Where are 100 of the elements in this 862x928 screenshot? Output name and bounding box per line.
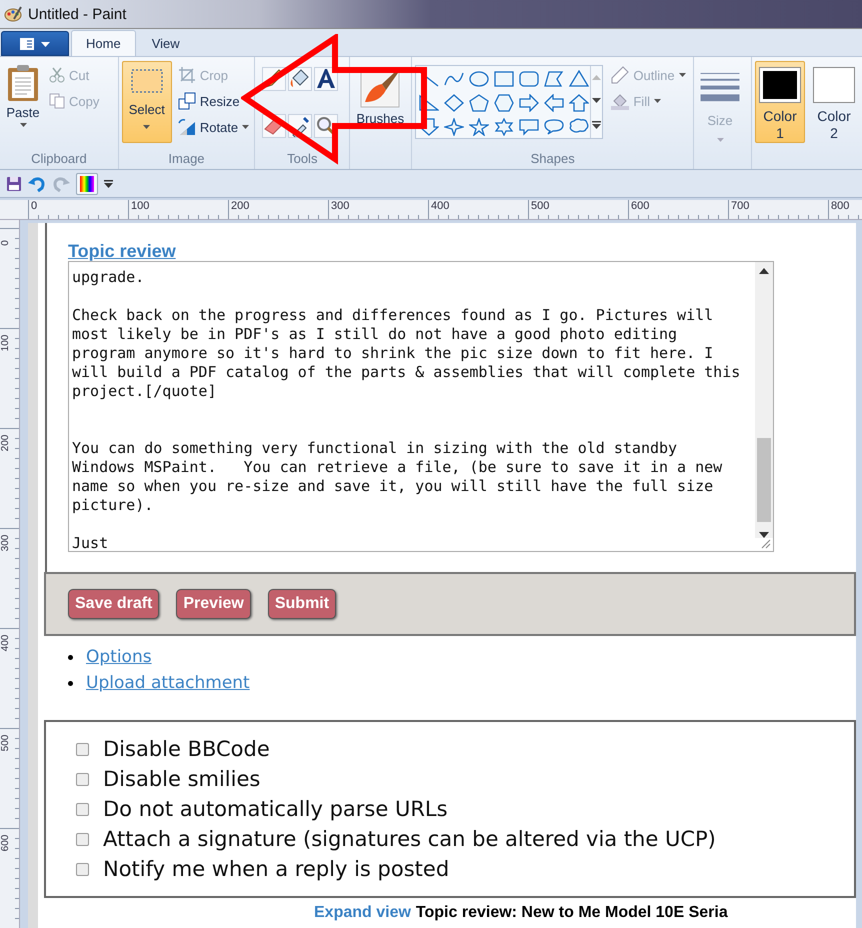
group-label: Shapes bbox=[530, 151, 576, 168]
scrollbar[interactable] bbox=[755, 262, 773, 538]
ruler-label: 400 bbox=[0, 634, 12, 653]
selection-icon bbox=[130, 68, 164, 94]
oval-icon[interactable] bbox=[469, 70, 490, 88]
ruler-label: 300 bbox=[330, 200, 350, 212]
speech-bubble-icon[interactable] bbox=[519, 118, 540, 136]
curve-icon[interactable] bbox=[444, 70, 464, 88]
color-button[interactable]: Color 1 bbox=[755, 61, 806, 143]
caret-icon bbox=[716, 138, 724, 142]
ruler-label: 0 bbox=[30, 200, 38, 212]
oval-callout-icon[interactable] bbox=[544, 118, 564, 136]
group-label: Image bbox=[167, 151, 206, 168]
ruler-label: 0 bbox=[0, 239, 12, 248]
pencil-icon bbox=[611, 66, 630, 84]
four-point-star-icon[interactable] bbox=[444, 118, 464, 136]
bullet-icon bbox=[68, 680, 73, 686]
up-arrow-icon[interactable] bbox=[569, 94, 590, 112]
scissors-icon bbox=[49, 67, 65, 83]
pentagon-icon[interactable] bbox=[469, 94, 490, 112]
scroll-up-icon[interactable] bbox=[759, 268, 769, 274]
rectangle-icon[interactable] bbox=[494, 70, 514, 88]
window-title: Untitled - Paint bbox=[28, 6, 126, 22]
select-button[interactable]: Select bbox=[122, 61, 172, 143]
caret-icon bbox=[678, 73, 686, 77]
rotate-icon bbox=[178, 118, 196, 136]
palette-icon bbox=[4, 5, 22, 23]
group-label: Tools bbox=[286, 151, 318, 168]
text-icon[interactable] bbox=[314, 67, 338, 91]
option-label: Disable smilies bbox=[103, 767, 260, 791]
ruler-label: 700 bbox=[730, 200, 750, 212]
more-icon[interactable] bbox=[592, 121, 601, 129]
caret-icon bbox=[242, 125, 250, 129]
color-button[interactable]: Color 2 bbox=[809, 61, 860, 143]
line-icon[interactable] bbox=[419, 70, 440, 88]
save-icon[interactable] bbox=[6, 176, 22, 192]
checkbox[interactable] bbox=[76, 802, 89, 816]
option-label: Disable BBCode bbox=[103, 737, 270, 761]
five-point-star-icon[interactable] bbox=[469, 118, 490, 136]
checkbox[interactable] bbox=[76, 772, 89, 786]
message-field[interactable]: upgrade. Check back on the progress and differences found as I go. Pictures will most likely be in PDF's as I still do not have a good photo editing program anymore so it's hard to shrink the pic size down to fit here. I will build a PDF catalog of the parts & assemblies that will complete this project.[/quote] You can do something very functional in sizing with the old standby Windows MSPaint. You can retrieve a file, (be sure to save it in a new name so when you re-size and save it, you will still have the full size picture). Just bbox=[68, 261, 774, 552]
caret-icon bbox=[20, 123, 26, 127]
edit-colors-button[interactable] bbox=[76, 172, 98, 194]
scroll-down-icon[interactable] bbox=[592, 98, 601, 103]
ruler-label: 200 bbox=[230, 200, 250, 212]
topic-review-link[interactable]: Topic review bbox=[68, 241, 856, 261]
ruler-label: 100 bbox=[0, 334, 12, 353]
spectrum-icon bbox=[80, 176, 94, 192]
link[interactable]: Options bbox=[86, 644, 152, 670]
menu-icon bbox=[18, 36, 52, 50]
checkbox[interactable] bbox=[76, 862, 89, 876]
ruler-label: 800 bbox=[830, 200, 850, 212]
option-label: Attach a signature (signatures can be altered via the UCP) bbox=[103, 827, 716, 851]
right-arrow-icon[interactable] bbox=[519, 94, 540, 112]
ruler-label: 400 bbox=[430, 200, 450, 212]
scrollbar-thumb[interactable] bbox=[757, 438, 771, 522]
copy-icon bbox=[49, 93, 65, 109]
expand-view-link[interactable]: Expand view bbox=[314, 904, 411, 922]
triangle-icon[interactable] bbox=[569, 70, 590, 88]
line-width-icon bbox=[700, 72, 740, 104]
diamond-icon[interactable] bbox=[444, 94, 464, 112]
ribbon-button[interactable]: Resize bbox=[176, 89, 252, 113]
form-button[interactable]: Save draft bbox=[68, 589, 160, 619]
checkbox[interactable] bbox=[76, 832, 89, 846]
ruler-label: 200 bbox=[0, 434, 12, 453]
bullet-icon bbox=[68, 654, 73, 660]
ribbon-button[interactable]: Rotate bbox=[176, 115, 252, 139]
rounded-rectangle-icon[interactable] bbox=[519, 70, 540, 88]
scroll-down-icon[interactable] bbox=[759, 532, 769, 538]
form-button[interactable]: Preview bbox=[176, 589, 251, 619]
down-arrow-icon[interactable] bbox=[419, 118, 440, 136]
ruler-label: 300 bbox=[0, 534, 12, 553]
paste-button[interactable]: Paste bbox=[3, 61, 43, 145]
link[interactable]: Upload attachment bbox=[86, 670, 250, 696]
brushes-button[interactable]: Brushes bbox=[353, 61, 408, 145]
left-arrow-icon[interactable] bbox=[544, 94, 564, 112]
topic-review-title: Topic review: New to Me Model 10E Seria bbox=[416, 904, 728, 922]
undo-icon[interactable] bbox=[28, 174, 46, 192]
ruler-label: 600 bbox=[630, 200, 650, 212]
clipboard-icon bbox=[6, 64, 40, 102]
form-button[interactable]: Submit bbox=[268, 589, 336, 619]
ribbon-tab[interactable]: View bbox=[138, 30, 194, 56]
hexagon-icon[interactable] bbox=[494, 94, 514, 112]
resize-grip-icon bbox=[759, 537, 771, 549]
caret-icon bbox=[143, 125, 150, 129]
right-triangle-icon[interactable] bbox=[419, 94, 440, 112]
group-label: Clipboard bbox=[30, 151, 88, 168]
app-menu-button[interactable] bbox=[1, 31, 69, 56]
ruler-label: 500 bbox=[0, 734, 12, 753]
option-label: Notify me when a reply is posted bbox=[103, 857, 450, 881]
ribbon-tab[interactable]: Home bbox=[71, 30, 136, 56]
six-point-star-icon[interactable] bbox=[494, 118, 514, 136]
customize-icon[interactable] bbox=[104, 180, 113, 188]
ruler-label: 500 bbox=[530, 200, 550, 212]
polygon-icon[interactable] bbox=[544, 70, 564, 88]
caret-icon bbox=[654, 99, 661, 103]
ruler-label: 600 bbox=[0, 834, 12, 853]
ruler-label: 100 bbox=[130, 200, 150, 212]
resize-icon bbox=[178, 92, 196, 110]
checkbox[interactable] bbox=[76, 742, 89, 756]
